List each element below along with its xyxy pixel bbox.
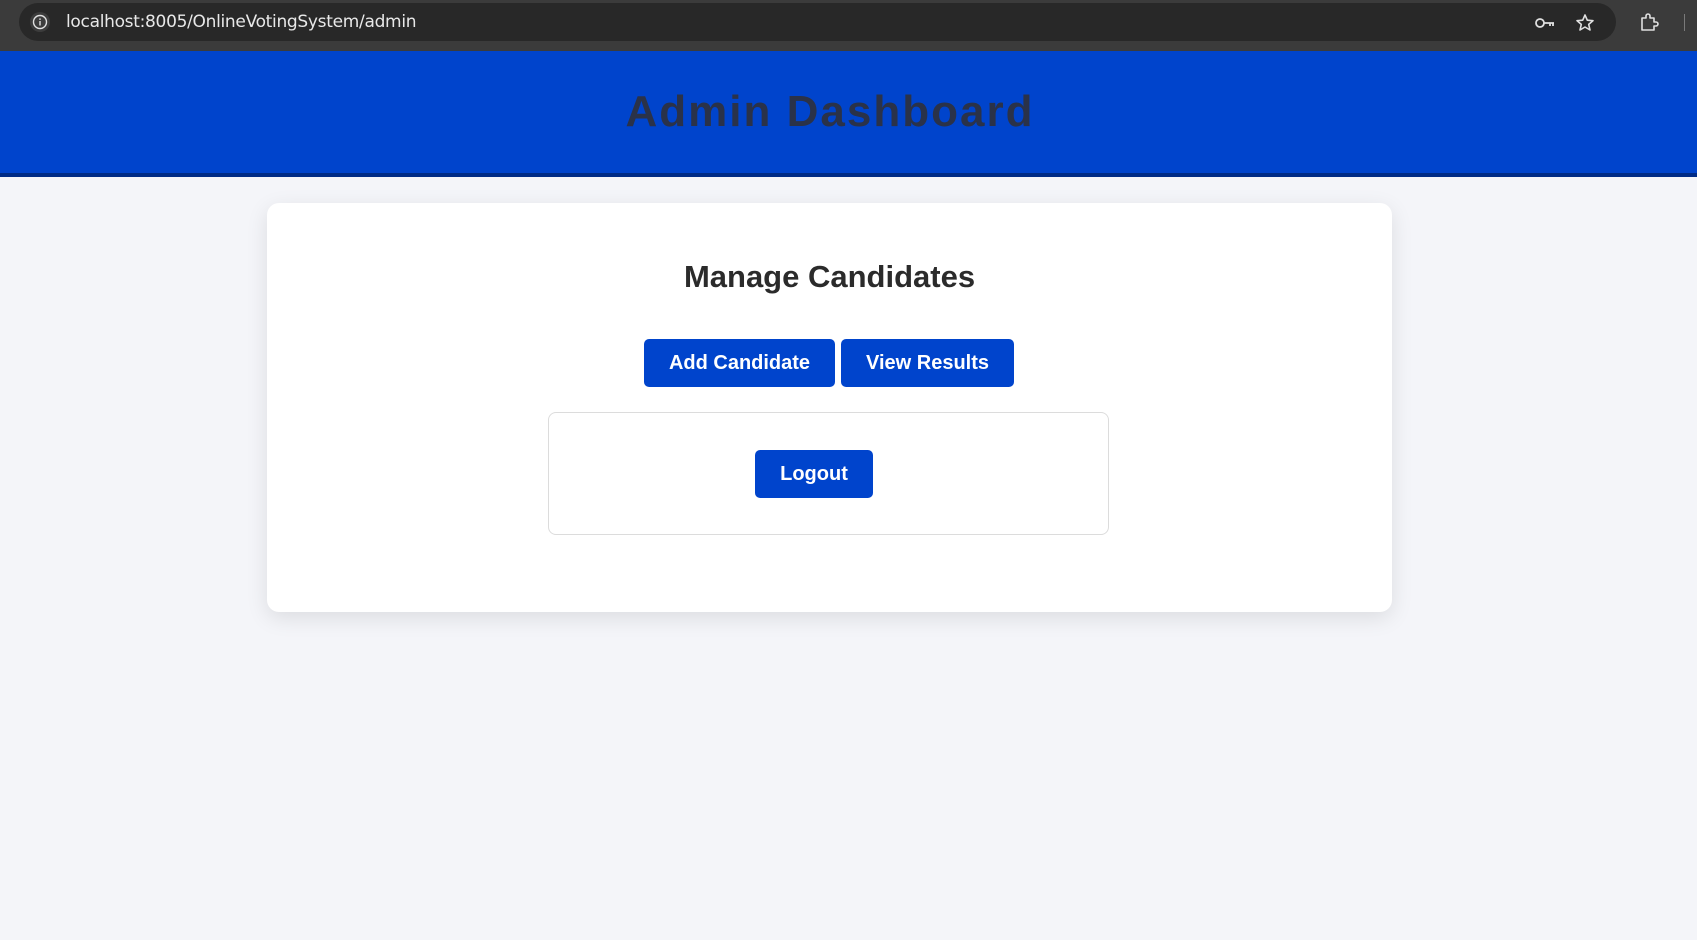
address-bar[interactable]: localhost:8005/OnlineVotingSystem/admin [19,3,1616,41]
dashboard-card: Manage Candidates Add Candidate View Res… [267,203,1392,612]
logout-button[interactable]: Logout [755,450,873,498]
section-title: Manage Candidates [683,259,976,294]
view-results-button[interactable]: View Results [841,339,1014,387]
key-icon[interactable] [1534,12,1556,34]
page-header: Admin Dashboard [0,51,1697,177]
extensions-icon[interactable] [1638,11,1660,33]
url-text[interactable]: localhost:8005/OnlineVotingSystem/admin [66,3,417,41]
info-icon[interactable] [30,12,50,32]
page-title: Admin Dashboard [625,87,1035,136]
add-candidate-button[interactable]: Add Candidate [644,339,835,387]
star-icon[interactable] [1574,12,1596,34]
toolbar-divider [1684,14,1685,31]
browser-toolbar: localhost:8005/OnlineVotingSystem/admin [0,0,1697,51]
